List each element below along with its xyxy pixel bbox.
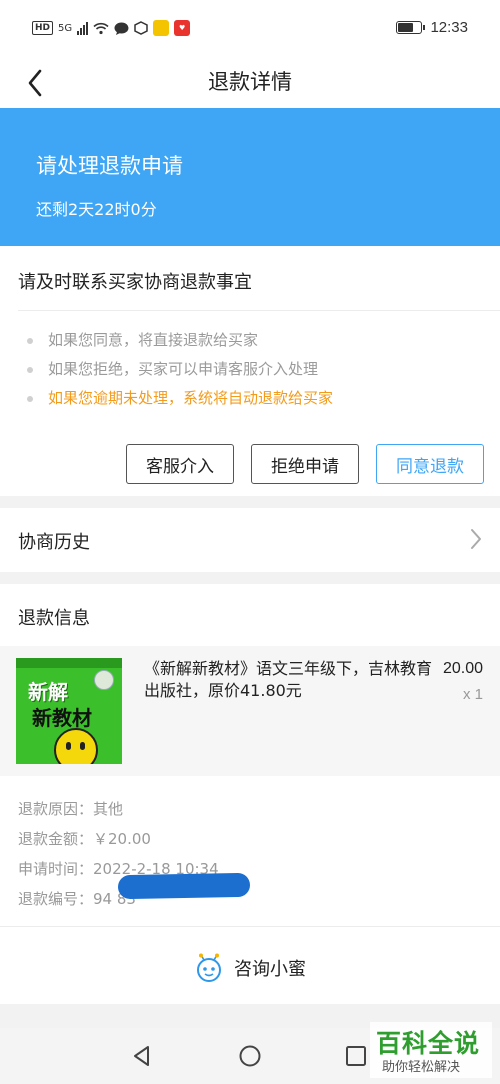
recents-square-icon[interactable] [344, 1044, 368, 1068]
watermark-main: 百科全说 [376, 1029, 481, 1058]
smiley-icon [54, 728, 98, 764]
app-shield-icon [134, 21, 148, 35]
notice-card: 请及时联系买家协商退款事宜 如果您同意，将直接退款给买家 如果您拒绝，买家可以申… [0, 246, 500, 496]
battery-icon [396, 21, 426, 34]
notice-item-warning: 如果您逾期未处理，系统将自动退款给买家 [24, 384, 333, 413]
app-heart-icon: ♥ [174, 20, 191, 36]
refund-amount-row: 退款金额：￥20.00 [18, 824, 219, 854]
row-label: 申请时间： [18, 860, 94, 878]
refund-info-title: 退款信息 [18, 608, 90, 629]
consult-label: 咨询小蜜 [234, 959, 306, 980]
back-triangle-icon[interactable] [130, 1044, 154, 1068]
notice-item: 如果您拒绝，买家可以申请客服介入处理 [24, 355, 333, 384]
signal-icon [77, 21, 89, 35]
chevron-right-icon [471, 529, 481, 549]
message-icon [114, 22, 129, 35]
status-icons-right: 12:33 [396, 19, 468, 36]
history-label: 协商历史 [18, 532, 90, 553]
redaction-mark [117, 872, 251, 900]
notice-title: 请及时联系买家协商退款事宜 [18, 272, 252, 293]
network-type: 5G [58, 22, 73, 34]
agree-refund-button[interactable]: 同意退款 [376, 444, 484, 484]
product-quantity: x 1 [462, 686, 483, 703]
status-bar: HD 5G ♥ 12:33 [0, 0, 500, 58]
refund-request-banner: 请处理退款申请 还剩2天22时0分 [0, 108, 500, 246]
row-value: 其他 [93, 800, 124, 818]
product-item[interactable]: 新解 新教材 《新解新教材》语文三年级下，吉林教育出版社，原价41.80元 20… [0, 646, 500, 776]
divider [0, 926, 500, 927]
reject-button[interactable]: 拒绝申请 [251, 444, 359, 484]
cover-badge [94, 670, 114, 690]
cover-title-1: 新解 [28, 680, 68, 704]
notice-list: 如果您同意，将直接退款给买家 如果您拒绝，买家可以申请客服介入处理 如果您逾期未… [24, 326, 333, 413]
row-value: ￥20.00 [93, 830, 151, 848]
clock: 12:33 [430, 19, 468, 36]
row-label: 退款编号： [18, 890, 94, 908]
customer-service-button[interactable]: 客服介入 [126, 444, 234, 484]
product-thumbnail: 新解 新教材 [16, 658, 122, 764]
row-label: 退款原因： [18, 800, 94, 818]
status-icons-left: HD 5G ♥ [32, 20, 191, 36]
countdown-text: 还剩2天22时0分 [36, 200, 157, 219]
product-price: 20.00 [442, 660, 483, 677]
app-notification-icon [153, 20, 170, 36]
watermark-sub: 助你轻松解决 [382, 1060, 461, 1075]
cover-title-2: 新教材 [32, 706, 92, 730]
wifi-icon [93, 22, 109, 34]
product-name: 《新解新教材》语文三年级下，吉林教育出版社，原价41.80元 [144, 659, 433, 700]
row-label: 退款金额： [18, 830, 94, 848]
refund-info-card: 退款信息 新解 新教材 《新解新教材》语文三年级下，吉林教育出版社，原价41.8… [0, 584, 500, 1004]
action-buttons: 客服介入 拒绝申请 同意退款 [126, 444, 484, 484]
consult-assistant-button[interactable]: 咨询小蜜 [0, 948, 500, 988]
refund-reason-row: 退款原因：其他 [18, 794, 219, 824]
negotiation-history-row[interactable]: 协商历史 [0, 508, 500, 572]
home-circle-icon[interactable] [238, 1044, 262, 1068]
nav-bar: 退款详情 [0, 58, 500, 108]
divider [18, 310, 500, 311]
watermark: 百科全说 助你轻松解决 [370, 1022, 492, 1078]
notice-item: 如果您同意，将直接退款给买家 [24, 326, 333, 355]
hd-indicator: HD [32, 21, 54, 35]
banner-title: 请处理退款申请 [36, 154, 183, 178]
assistant-bee-icon [197, 953, 221, 982]
page-title: 退款详情 [208, 70, 292, 94]
